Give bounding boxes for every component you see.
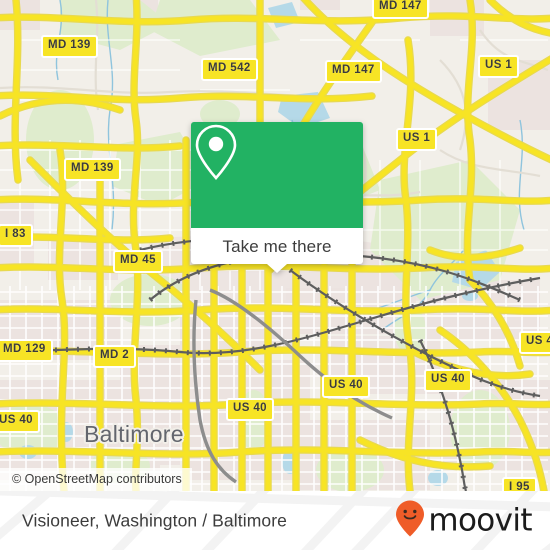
callout-header xyxy=(191,122,363,228)
footer-bar: Visioneer, Washington / Baltimore moovit xyxy=(0,491,550,550)
osm-attribution[interactable]: © OpenStreetMap contributors xyxy=(0,468,192,491)
moovit-wordmark: moovit xyxy=(428,502,532,538)
route-shield: US 40 xyxy=(519,331,550,354)
route-shield: US 1 xyxy=(396,128,438,151)
route-shield: MD 139 xyxy=(41,35,98,58)
moovit-smiley-pin-icon xyxy=(395,499,425,542)
map-canvas[interactable]: MD 139 MD 542 MD 147 MD 147 US 1 US 1 MD… xyxy=(0,0,550,491)
moovit-brand[interactable]: moovit xyxy=(395,499,533,542)
route-shield: US 40 xyxy=(322,375,370,398)
page-title: Visioneer, Washington / Baltimore xyxy=(22,510,287,530)
city-label-baltimore: Baltimore xyxy=(84,421,184,447)
route-shield: I 83 xyxy=(0,224,33,247)
route-shield: MD 147 xyxy=(325,60,382,83)
callout-tail xyxy=(267,264,287,273)
route-shield: MD 2 xyxy=(93,345,137,368)
route-shield: US 40 xyxy=(424,369,472,392)
route-shield: US 1 xyxy=(478,55,520,78)
route-shield: MD 139 xyxy=(64,158,121,181)
place-callout-card[interactable]: Take me there xyxy=(191,122,363,273)
moovit-map-screenshot: MD 139 MD 542 MD 147 MD 147 US 1 US 1 MD… xyxy=(0,0,550,550)
route-shield: MD 147 xyxy=(372,0,429,19)
route-shield: MD 542 xyxy=(201,58,258,81)
route-shield: I 95 xyxy=(502,477,537,491)
route-shield: MD 45 xyxy=(113,250,163,273)
route-shield: MD 129 xyxy=(0,339,53,362)
take-me-there-label: Take me there xyxy=(222,236,332,256)
callout-action[interactable]: Take me there xyxy=(191,228,363,273)
route-shield: US 40 xyxy=(226,398,274,421)
route-shield: US 40 xyxy=(0,410,40,433)
